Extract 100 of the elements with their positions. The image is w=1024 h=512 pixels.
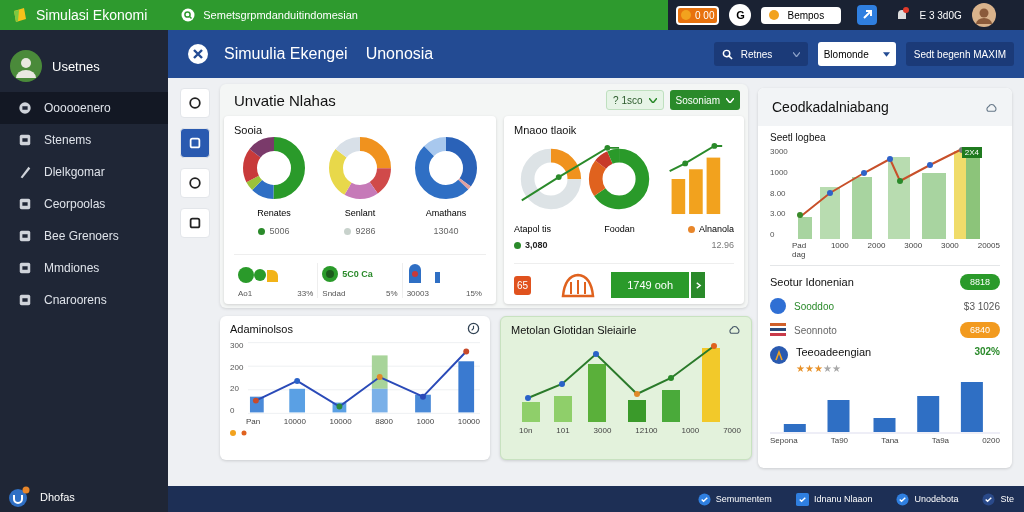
tool-button[interactable] <box>180 208 210 238</box>
sidebar-item[interactable]: Oooooenero <box>0 92 168 124</box>
sidebar-item[interactable]: Cnaroorens <box>0 284 168 316</box>
chart-point <box>827 190 833 196</box>
dropdown[interactable]: Blomonde <box>817 42 896 66</box>
check-icon <box>795 492 809 506</box>
rating-value: 302% <box>974 346 1000 358</box>
axis-tick-label: 10000 <box>457 417 480 426</box>
status-item[interactable]: Ste <box>982 492 1014 506</box>
stat-note: 5C0 Ca <box>342 269 373 279</box>
card-title: Adaminolsos <box>230 322 293 335</box>
chart-point <box>336 403 343 410</box>
avatar-icon[interactable] <box>10 50 42 82</box>
rating-label: Teeoadeengian <box>796 346 872 358</box>
chart-value: 13040 <box>433 226 459 236</box>
axis-tick-label: 300 <box>230 341 244 350</box>
check-icon <box>896 492 910 506</box>
status-item[interactable]: Unodebota <box>896 492 959 506</box>
status-badge: 6840 <box>959 322 1000 338</box>
check-icon <box>982 492 996 506</box>
chart-bar <box>371 388 388 413</box>
chart-bar <box>689 169 703 214</box>
avatar-icon[interactable] <box>971 3 996 27</box>
cloud-icon[interactable] <box>728 323 741 336</box>
chart-bar <box>922 173 946 239</box>
donut-chart-drawing <box>328 136 392 200</box>
donut-chart-drawing <box>242 136 306 200</box>
tool-button[interactable] <box>180 168 210 198</box>
axis-tick-label: 1000 <box>830 241 849 252</box>
star-icon: ★ <box>823 363 832 374</box>
app-title: Simulasi Ekonomi <box>36 7 148 23</box>
axis-tick-label: Ta90 <box>830 436 849 445</box>
chevron-icon <box>648 97 657 103</box>
search-text[interactable]: Semetsgrpmdanduitindomesian <box>203 9 358 21</box>
sidebar-item[interactable]: Stenems <box>0 124 168 156</box>
stat-value: 15% <box>465 289 482 298</box>
menu-item-icon <box>18 197 32 211</box>
stat-icon <box>322 264 339 284</box>
chart-bar <box>820 187 840 239</box>
chart-point <box>861 170 867 176</box>
amount-button[interactable]: 1749 ooh <box>611 272 690 298</box>
user-name: Usetnes <box>52 58 100 74</box>
status-item[interactable]: Idnanu Nlaaon <box>795 492 873 506</box>
menu-item-icon <box>18 293 32 307</box>
axis-tick-label: 20005 <box>977 241 1000 252</box>
search-button[interactable]: Retnes <box>713 42 808 66</box>
circle-icon <box>188 176 202 190</box>
chart-value: 5006 <box>269 226 290 236</box>
chart-bar <box>671 179 686 214</box>
chart-bar <box>588 364 606 422</box>
row-value: $3 1026 <box>963 300 1000 312</box>
arrow-button[interactable] <box>691 272 706 298</box>
chart-bar <box>371 355 388 389</box>
axis-tick-label: 7000 <box>723 426 741 435</box>
menu-item-icon <box>18 165 32 179</box>
chart-value: 3,080 <box>525 240 548 250</box>
chart-bar <box>628 400 646 422</box>
chart-point <box>376 374 383 380</box>
close-icon[interactable] <box>188 44 208 64</box>
chart-bar <box>662 390 680 422</box>
points-pill[interactable]: Bempos <box>761 6 842 24</box>
stat-value: 5% <box>386 289 398 298</box>
caret-icon <box>882 51 890 57</box>
chevron-icon <box>694 281 702 289</box>
filter-chip[interactable]: ? 1sco <box>606 90 664 110</box>
card-title: Metolan Glotidan Sleiairle <box>511 323 637 336</box>
chart-point <box>559 381 565 387</box>
sidebar-item[interactable]: Bee Grenoers <box>0 220 168 252</box>
mug-icon: 65 <box>514 275 532 295</box>
sidebar-item[interactable]: Ceorpoolas <box>0 188 168 220</box>
circle-icon <box>188 96 202 110</box>
chart-bar <box>783 424 806 432</box>
axis-tick-label: 1000 <box>681 426 700 435</box>
status-item[interactable]: Semumentem <box>697 492 772 506</box>
period-button[interactable]: Sosoniam <box>669 90 740 110</box>
stat-value: 33% <box>297 289 314 298</box>
axis-tick-label: 8800 <box>375 417 393 426</box>
profile-icon[interactable] <box>8 486 30 508</box>
tool-button[interactable] <box>180 88 210 118</box>
stat-label: Sndad <box>322 289 346 298</box>
chart-point <box>668 375 674 381</box>
axis-tick-label: 10n <box>519 426 533 435</box>
chart-point <box>711 143 718 149</box>
chart-point <box>555 174 562 180</box>
sidebar-item[interactable]: Mmdiones <box>0 252 168 284</box>
axis-tick-label: Pad dag <box>792 241 808 259</box>
tool-button[interactable] <box>180 128 210 158</box>
axis-tick-label: 0200 <box>982 436 1000 445</box>
stat-label: Ao1 <box>238 289 253 298</box>
letter-button[interactable]: G <box>729 4 752 26</box>
action-button[interactable]: Sedt begenh MAXIM <box>905 42 1014 66</box>
chart-bar <box>873 418 896 432</box>
square-icon <box>188 136 202 150</box>
chart-value: 12.96 <box>711 240 734 250</box>
sidebar-item[interactable]: Dlelkgomar <box>0 156 168 188</box>
menu-item-icon <box>18 261 32 275</box>
clock-icon[interactable] <box>467 322 480 335</box>
axis-tick-label: 0 <box>770 230 776 239</box>
page-subtitle: Unonosia <box>365 45 434 63</box>
star-icon: ★ <box>832 363 841 374</box>
